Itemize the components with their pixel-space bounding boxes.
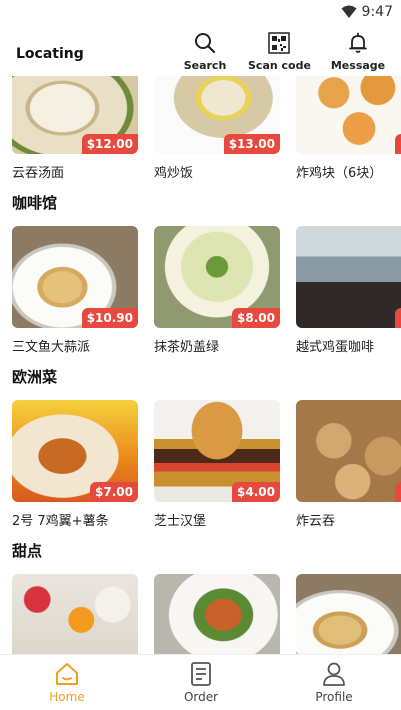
price-badge: $13.00 — [223, 134, 280, 154]
header: Locating Search Scan code Message — [0, 24, 401, 76]
search-label: Search — [183, 59, 227, 72]
food-image — [12, 574, 138, 654]
food-image: $7.00 — [12, 400, 138, 502]
food-image: $12.00 — [12, 76, 138, 154]
bottom-nav: Home Order Profile — [0, 654, 401, 710]
qr-code-icon — [268, 32, 290, 54]
menu-item[interactable] — [154, 574, 280, 654]
wifi-icon — [341, 5, 357, 18]
nav-order-label: Order — [183, 690, 219, 704]
food-image: $8.00 — [154, 226, 280, 328]
section-title: 欧洲菜 — [12, 368, 58, 386]
section-title: 甜点 — [12, 542, 43, 560]
menu-item[interactable]: $0 炸云吞 — [296, 400, 401, 529]
menu-item[interactable]: $8.00 抹茶奶盖绿 — [154, 226, 280, 355]
menu-item[interactable]: $7.00 2号 7鸡翼+薯条 — [12, 400, 138, 529]
search-button[interactable]: Search — [174, 32, 236, 76]
price-badge: $4.00 — [232, 482, 280, 502]
item-name: 云吞汤面 — [12, 166, 65, 181]
menu-scroll-area[interactable]: $12.00 云吞汤面 $13.00 鸡炒饭 $5 炸鸡块（6块） — [0, 76, 401, 654]
scan-code-label: Scan code — [248, 59, 311, 72]
home-icon — [56, 663, 78, 685]
menu-item[interactable] — [12, 574, 138, 654]
nav-profile-label: Profile — [315, 690, 353, 704]
price-badge: $10.90 — [81, 308, 138, 328]
food-image: $8 — [296, 226, 401, 328]
section-title: 咖啡馆 — [12, 194, 58, 212]
item-name: 2号 7鸡翼+薯条 — [12, 514, 109, 529]
menu-section-cafe: 咖啡馆 $10.90 三文鱼大蒜派 $8.00 抹茶奶盖绿 $8 — [0, 180, 401, 355]
profile-icon — [323, 662, 345, 686]
price-badge: $8.00 — [232, 308, 280, 328]
menu-item[interactable]: $13.00 鸡炒饭 — [154, 76, 280, 181]
order-icon — [191, 662, 211, 686]
menu-item[interactable]: $5 炸鸡块（6块） — [296, 76, 401, 181]
price-badge: $12.00 — [81, 134, 138, 154]
menu-item[interactable]: $12.00 云吞汤面 — [12, 76, 138, 181]
menu-section: $12.00 云吞汤面 $13.00 鸡炒饭 $5 炸鸡块（6块） — [0, 76, 401, 181]
location-label[interactable]: Locating — [16, 46, 84, 62]
item-name: 炸鸡块（6块） — [296, 166, 383, 181]
menu-item[interactable]: $10.90 三文鱼大蒜派 — [12, 226, 138, 355]
item-name: 芝士汉堡 — [154, 514, 207, 529]
menu-section-european: 欧洲菜 $7.00 2号 7鸡翼+薯条 $4.00 芝士汉堡 $0 — [0, 354, 401, 529]
message-button[interactable]: Message — [327, 32, 389, 76]
status-bar: 9:47 — [0, 0, 401, 24]
menu-item[interactable] — [296, 574, 401, 654]
item-name: 越式鸡蛋咖啡 — [296, 340, 375, 355]
search-icon — [195, 33, 216, 54]
food-image: $4.00 — [154, 400, 280, 502]
menu-item[interactable]: $4.00 芝士汉堡 — [154, 400, 280, 529]
food-image: $0 — [296, 400, 401, 502]
item-name: 鸡炒饭 — [154, 166, 194, 181]
scan-code-button[interactable]: Scan code — [248, 32, 311, 76]
price-badge: $8 — [395, 308, 401, 328]
nav-home[interactable]: Home — [27, 661, 107, 704]
price-badge: $0 — [395, 482, 401, 502]
message-label: Message — [330, 59, 386, 72]
item-name: 炸云吞 — [296, 514, 336, 529]
status-time: 9:47 — [361, 4, 393, 20]
menu-item[interactable]: $8 越式鸡蛋咖啡 — [296, 226, 401, 355]
food-image: $10.90 — [12, 226, 138, 328]
nav-profile[interactable]: Profile — [294, 661, 374, 704]
nav-order[interactable]: Order — [161, 661, 241, 704]
price-badge: $7.00 — [90, 482, 138, 502]
price-badge: $5 — [395, 134, 401, 154]
bell-icon — [349, 32, 367, 53]
nav-home-label: Home — [49, 690, 85, 704]
item-name: 三文鱼大蒜派 — [12, 340, 91, 355]
food-image — [154, 574, 280, 654]
menu-section-dessert: 甜点 — [0, 528, 401, 654]
food-image: $13.00 — [154, 76, 280, 154]
food-image — [296, 574, 401, 654]
item-name: 抹茶奶盖绿 — [154, 340, 220, 355]
food-image: $5 — [296, 76, 401, 154]
